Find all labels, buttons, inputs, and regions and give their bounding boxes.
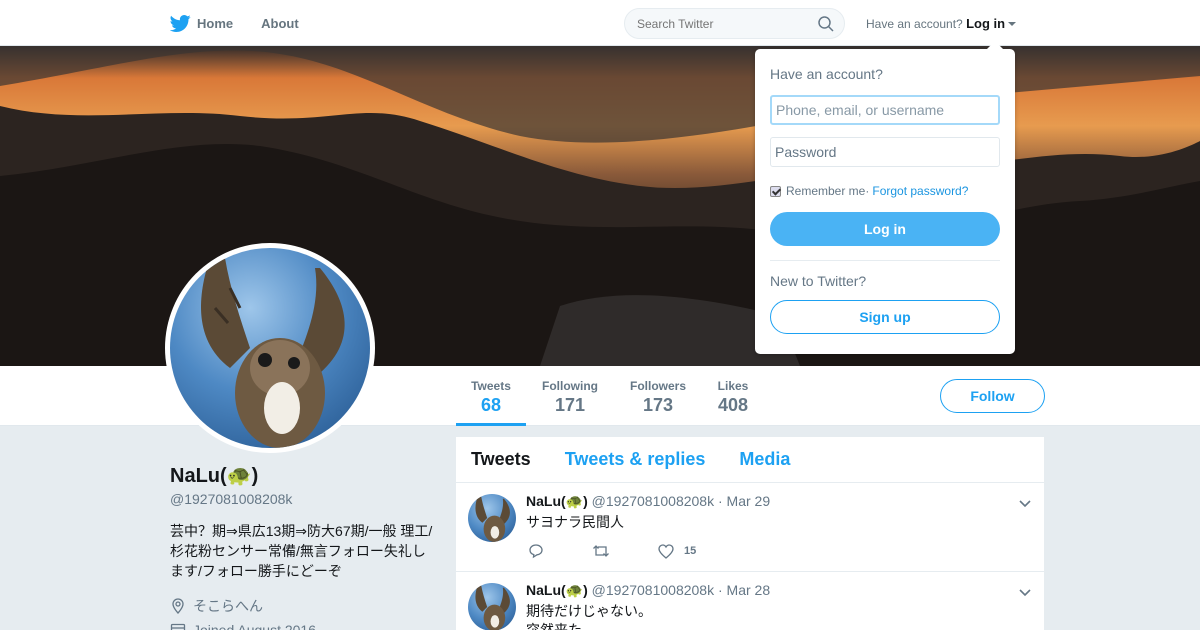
stat-followers[interactable]: Followers 173 bbox=[624, 366, 692, 426]
calendar-icon bbox=[170, 623, 186, 630]
username-field[interactable] bbox=[770, 95, 1000, 125]
like-count: 15 bbox=[684, 545, 697, 557]
search-input[interactable] bbox=[625, 9, 805, 38]
turtle-illustration bbox=[201, 258, 345, 448]
login-submit-button[interactable]: Log in bbox=[770, 212, 1000, 246]
tweet-avatar[interactable] bbox=[468, 494, 516, 542]
tweet-text-line: 突然来た bbox=[526, 622, 582, 630]
search-icon[interactable] bbox=[818, 16, 834, 32]
caret-down-icon bbox=[1008, 22, 1017, 26]
profile-bio: 芸中？期⇒県広13期⇒防大67期/一般 理工/杉花粉センサー常備/無言フォロー失… bbox=[170, 523, 433, 579]
home-link[interactable]: Home bbox=[170, 13, 233, 34]
stat-value: 171 bbox=[554, 395, 586, 415]
tweet-header: NaLu(🐢) @1927081008208k · Mar 28 bbox=[526, 582, 770, 599]
stat-label: Likes bbox=[717, 379, 749, 393]
tweet-text-line: 期待だけじゃない。 bbox=[526, 603, 652, 619]
signup-button[interactable]: Sign up bbox=[770, 300, 1000, 334]
location-label: そこらへん bbox=[193, 598, 263, 614]
turtle-avatar-thumbnail bbox=[475, 496, 510, 542]
stat-following[interactable]: Following 171 bbox=[536, 366, 604, 426]
tweet-date[interactable]: · Mar 28 bbox=[718, 582, 770, 598]
login-dropdown-title: Have an account? bbox=[770, 66, 883, 82]
profile-avatar[interactable] bbox=[165, 243, 375, 453]
password-field[interactable] bbox=[770, 137, 1000, 167]
turtle-avatar-thumbnail bbox=[475, 585, 510, 630]
separator-dot: · bbox=[865, 184, 870, 198]
chevron-down-icon[interactable] bbox=[1018, 586, 1032, 600]
reply-action[interactable] bbox=[528, 543, 544, 559]
about-link[interactable]: About bbox=[261, 16, 299, 31]
tab-media[interactable]: Media bbox=[739, 449, 790, 470]
stat-value: 68 bbox=[480, 395, 502, 415]
login-dropdown: Have an account? Remember me · Forgot pa… bbox=[755, 41, 1015, 354]
remember-me-checkbox[interactable] bbox=[770, 185, 781, 197]
dropdown-divider bbox=[770, 260, 1000, 261]
turtle-avatar-image bbox=[170, 248, 370, 448]
tweet-author-handle[interactable]: @1927081008208k bbox=[592, 493, 714, 509]
tab-tweets[interactable]: Tweets bbox=[471, 449, 531, 470]
stat-tweets[interactable]: Tweets 68 bbox=[456, 366, 526, 426]
heart-icon bbox=[658, 543, 674, 559]
reply-icon bbox=[529, 544, 543, 559]
have-account-prompt: Have an account? Log in bbox=[866, 16, 1017, 31]
nav-left-group: Home About bbox=[170, 0, 327, 46]
stat-value: 408 bbox=[717, 395, 749, 415]
stat-label: Following bbox=[542, 379, 598, 393]
tweet-text: 期待だけじゃない。 突然来た bbox=[526, 602, 652, 630]
forgot-password-link[interactable]: Forgot password? bbox=[872, 184, 968, 198]
top-navigation-bar: Home About Have an account? Log in bbox=[0, 0, 1200, 46]
profile-handle[interactable]: @1927081008208k bbox=[170, 491, 292, 507]
chevron-down-icon[interactable] bbox=[1018, 497, 1032, 511]
timeline-tabs: Tweets Tweets & replies Media bbox=[456, 437, 1044, 483]
stat-label: Followers bbox=[629, 379, 686, 393]
like-action[interactable]: 15 bbox=[658, 543, 697, 559]
tab-tweets-and-replies[interactable]: Tweets & replies bbox=[565, 449, 706, 470]
tweet-item[interactable]: NaLu(🐢) @1927081008208k · Mar 28 期待だけじゃな… bbox=[456, 572, 1044, 630]
retweet-icon bbox=[593, 545, 609, 557]
login-dropdown-toggle[interactable]: Log in bbox=[966, 16, 1017, 31]
tweet-timeline: Tweets Tweets & replies Media NaLu(🐢) @1… bbox=[456, 437, 1044, 630]
tweet-header: NaLu(🐢) @1927081008208k · Mar 29 bbox=[526, 493, 770, 510]
tweet-avatar[interactable] bbox=[468, 583, 516, 630]
joined-label: Joined August 2016 bbox=[193, 622, 316, 630]
retweet-action[interactable] bbox=[592, 543, 610, 559]
login-link-label: Log in bbox=[966, 16, 1006, 31]
twitter-bird-icon bbox=[170, 14, 191, 32]
tweet-date[interactable]: · Mar 29 bbox=[718, 493, 770, 509]
stat-label: Tweets bbox=[471, 379, 511, 393]
new-to-twitter-label: New to Twitter? bbox=[770, 273, 867, 289]
profile-location: そこらへん bbox=[170, 596, 263, 616]
profile-name[interactable]: NaLu(🐢) bbox=[170, 463, 258, 488]
stat-likes[interactable]: Likes 408 bbox=[712, 366, 754, 426]
remember-me-row: Remember me · Forgot password? bbox=[770, 184, 968, 198]
profile-joined-date: Joined August 2016 bbox=[170, 622, 316, 630]
remember-me-label[interactable]: Remember me bbox=[786, 184, 865, 198]
have-account-label: Have an account? bbox=[866, 17, 963, 31]
location-pin-icon bbox=[172, 598, 184, 614]
follow-button[interactable]: Follow bbox=[940, 379, 1045, 413]
tweet-item[interactable]: NaLu(🐢) @1927081008208k · Mar 29 サヨナラ民間人… bbox=[456, 483, 1044, 572]
tweet-author-handle[interactable]: @1927081008208k bbox=[592, 582, 714, 598]
tweet-author-name[interactable]: NaLu(🐢) bbox=[526, 582, 588, 598]
tweet-actions: 15 bbox=[528, 543, 744, 559]
tweet-text: サヨナラ民間人 bbox=[526, 514, 624, 530]
stat-value: 173 bbox=[642, 395, 674, 415]
home-label: Home bbox=[197, 15, 234, 31]
search-box[interactable] bbox=[624, 8, 845, 39]
tweet-author-name[interactable]: NaLu(🐢) bbox=[526, 493, 588, 509]
